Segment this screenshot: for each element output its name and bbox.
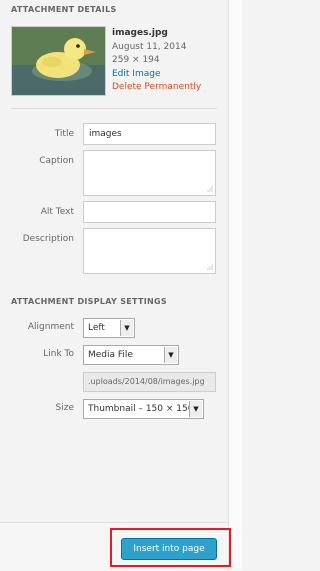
alignment-select[interactable]: Left ▼ xyxy=(83,318,135,338)
size-value: Thumbnail – 150 × 150 xyxy=(88,404,194,414)
edit-image-link[interactable]: Edit Image xyxy=(112,67,160,81)
description-textarea[interactable] xyxy=(83,228,216,274)
thumbnail-image[interactable] xyxy=(11,26,106,96)
title-label: Title xyxy=(54,129,74,139)
display-settings-heading: ATTACHMENT DISPLAY SETTINGS xyxy=(11,297,167,306)
link-to-label: Link To xyxy=(43,349,74,359)
caption-textarea[interactable] xyxy=(83,150,216,196)
title-input[interactable]: images xyxy=(83,123,216,145)
chevron-down-icon: ▼ xyxy=(120,320,133,336)
attachment-filename: images.jpg xyxy=(112,28,168,38)
attachment-date: August 11, 2014 xyxy=(112,42,187,52)
alt-text-label: Alt Text xyxy=(40,207,74,217)
attachment-sidebar: ATTACHMENT DETAILS images.jpg August 11,… xyxy=(0,0,229,571)
delete-permanently-link[interactable]: Delete Permanently xyxy=(112,80,201,94)
link-to-select[interactable]: Media File ▼ xyxy=(83,345,179,365)
size-label: Size xyxy=(55,403,74,413)
attachment-dimensions: 259 × 194 xyxy=(112,55,160,65)
insert-into-page-button[interactable]: Insert into page xyxy=(121,538,217,560)
alignment-value: Left xyxy=(88,323,105,333)
alignment-label: Alignment xyxy=(27,322,74,332)
caption-resize-grip-icon[interactable] xyxy=(207,186,213,192)
duckling-thumbnail xyxy=(12,27,105,95)
chevron-down-icon: ▼ xyxy=(164,347,177,363)
description-label: Description xyxy=(22,234,74,244)
alt-text-input[interactable] xyxy=(83,201,216,223)
scrollbar[interactable] xyxy=(228,0,242,570)
chevron-down-icon: ▼ xyxy=(189,401,202,417)
attachment-url-field[interactable]: .uploads/2014/08/images.jpg xyxy=(83,372,216,392)
size-select[interactable]: Thumbnail – 150 × 150 ▼ xyxy=(83,399,204,419)
attachment-details-heading: ATTACHMENT DETAILS xyxy=(11,5,117,14)
details-divider xyxy=(11,108,217,109)
link-to-value: Media File xyxy=(88,350,133,360)
description-resize-grip-icon[interactable] xyxy=(207,264,213,270)
caption-label: Caption xyxy=(39,156,74,166)
